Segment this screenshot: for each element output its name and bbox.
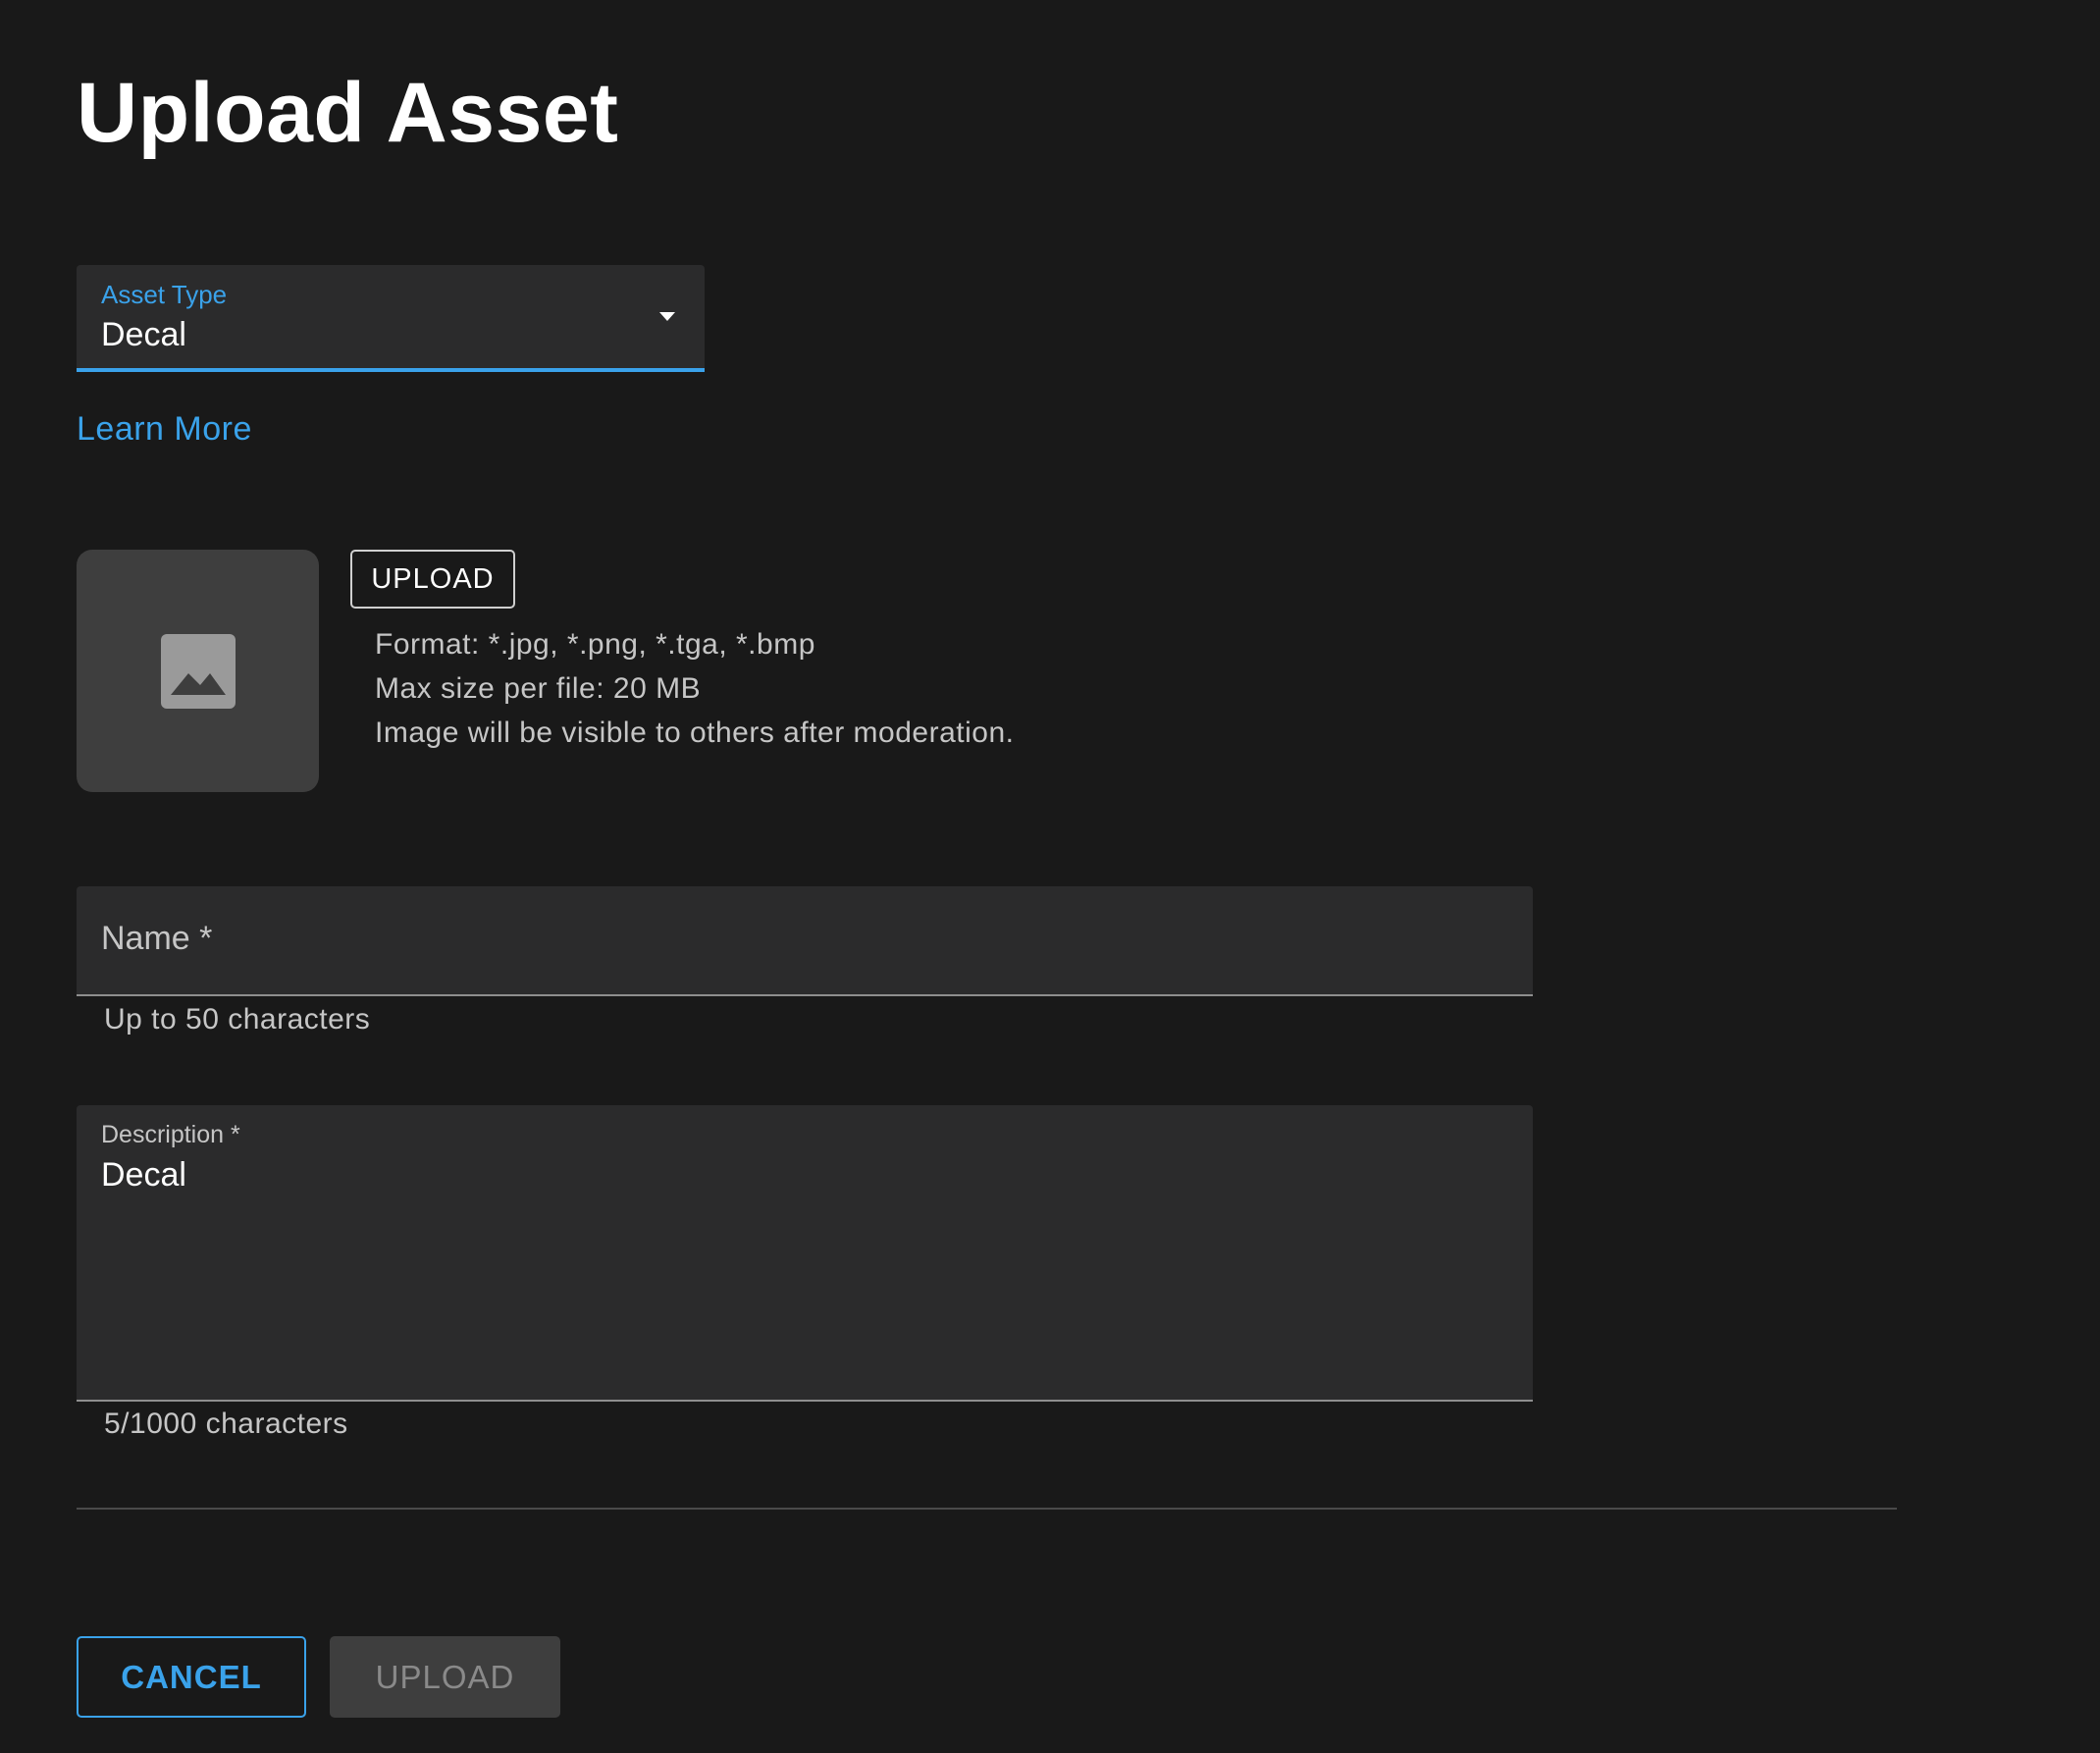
image-preview xyxy=(77,550,319,792)
caret-down-icon xyxy=(659,312,675,321)
name-placeholder: Name * xyxy=(101,920,213,957)
learn-more-link[interactable]: Learn More xyxy=(77,410,252,449)
asset-type-select[interactable]: Asset Type Decal xyxy=(77,265,705,372)
description-label: Description * xyxy=(101,1121,240,1148)
moderation-info: Image will be visible to others after mo… xyxy=(375,717,1015,749)
upload-requirements: Format: *.jpg, *.png, *.tga, *.bmp Max s… xyxy=(375,622,1014,755)
upload-image-button[interactable]: UPLOAD xyxy=(350,550,515,609)
description-value: Decal xyxy=(101,1156,186,1194)
description-char-count: 5/1000 characters xyxy=(104,1408,348,1440)
name-helper-text: Up to 50 characters xyxy=(104,1003,371,1036)
divider xyxy=(77,1508,1897,1510)
asset-type-value: Decal xyxy=(101,316,186,353)
max-size-info: Max size per file: 20 MB xyxy=(375,672,702,705)
page-title: Upload Asset xyxy=(77,66,619,160)
asset-type-label: Asset Type xyxy=(101,280,228,309)
format-info: Format: *.jpg, *.png, *.tga, *.bmp xyxy=(375,628,815,661)
cancel-button[interactable]: CANCEL xyxy=(77,1636,306,1718)
image-icon xyxy=(161,634,236,709)
upload-submit-button[interactable]: UPLOAD xyxy=(330,1636,560,1718)
description-field[interactable]: Description * Decal xyxy=(77,1105,1533,1402)
name-field[interactable]: Name * xyxy=(77,886,1533,996)
